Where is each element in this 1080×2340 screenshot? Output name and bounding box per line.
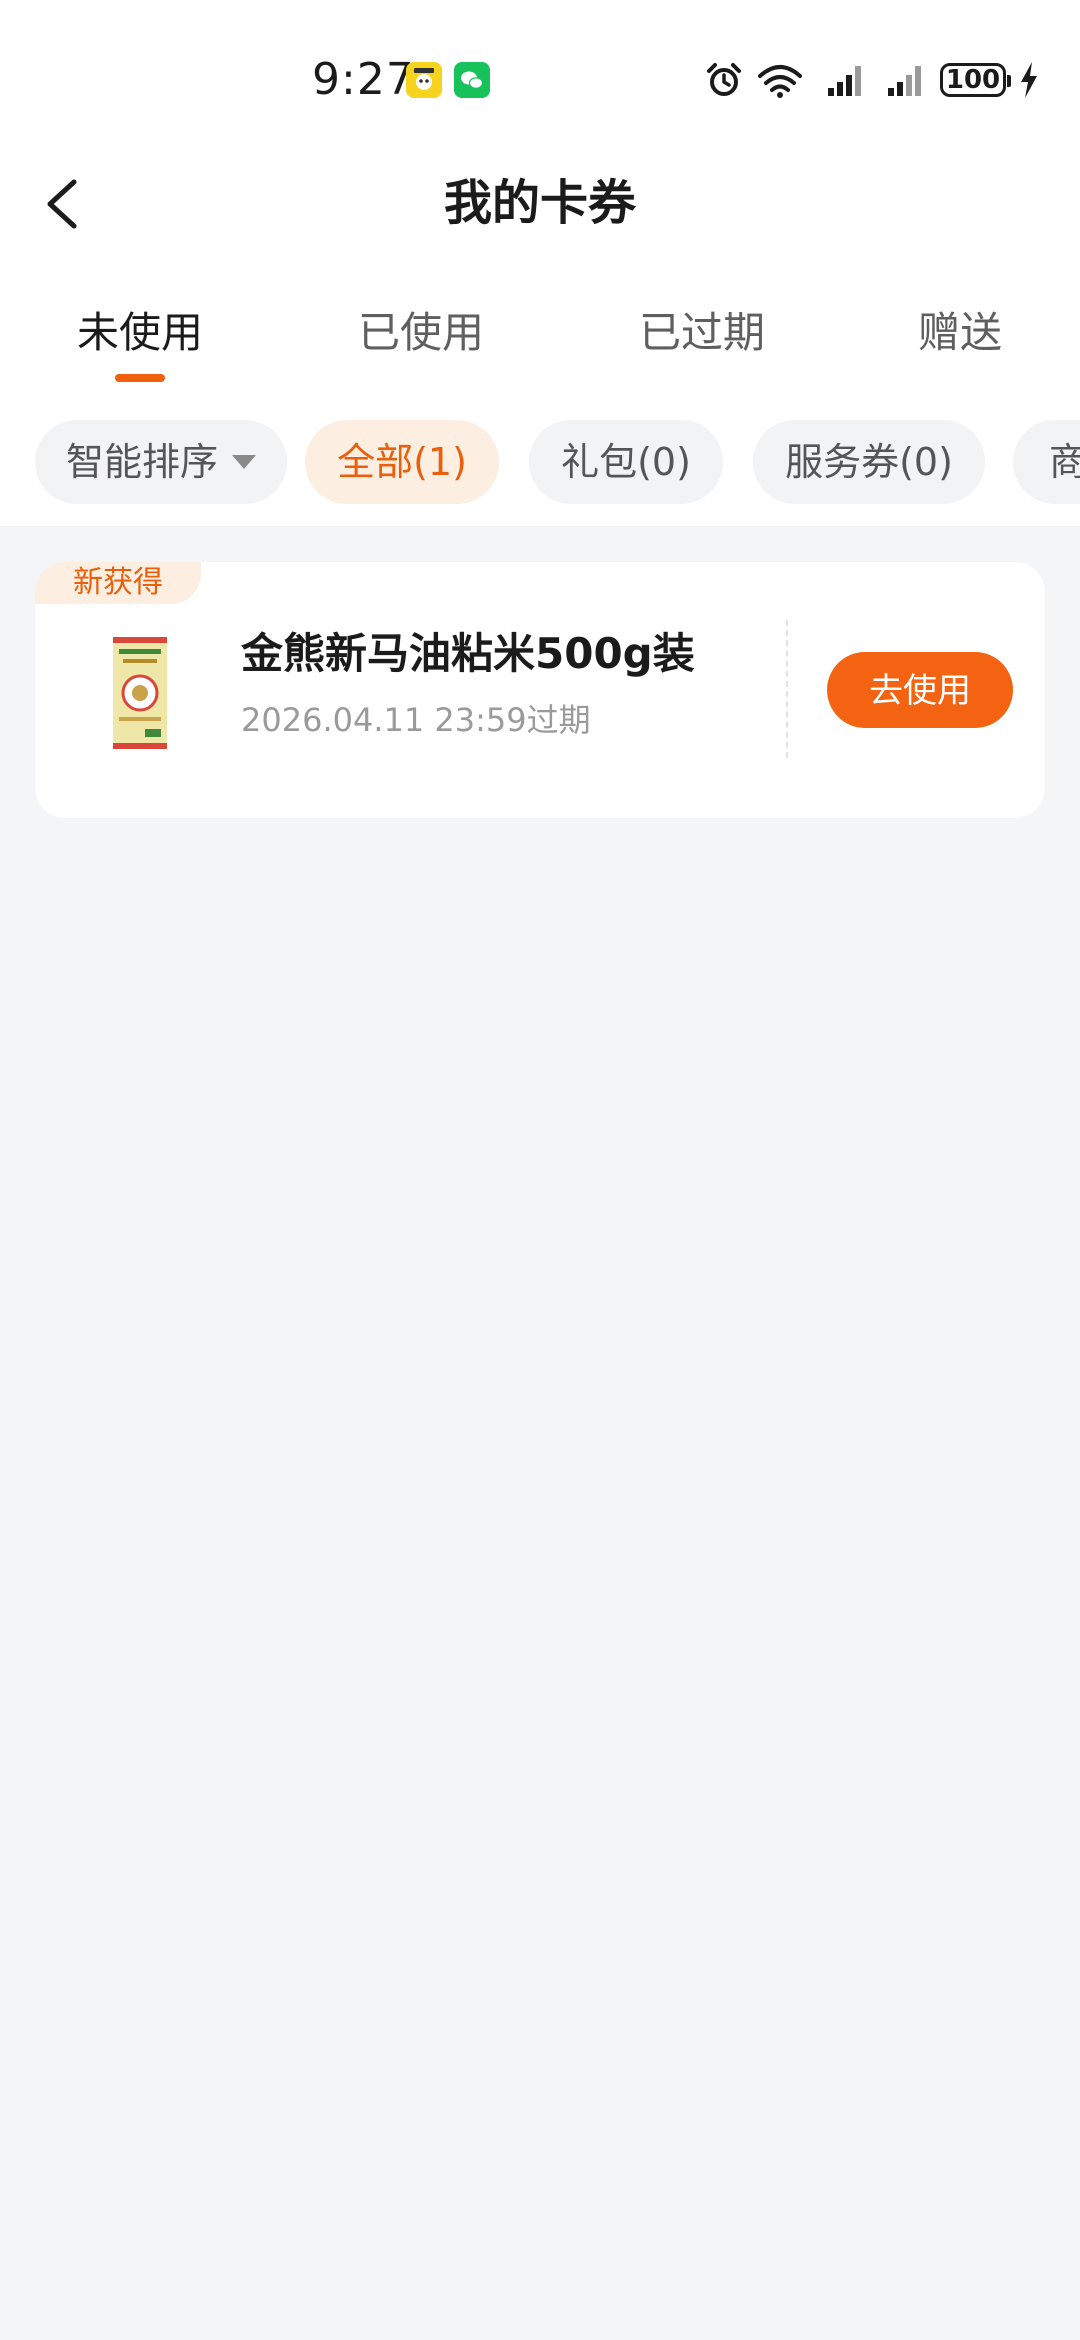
page-title: 我的卡券 (443, 175, 636, 231)
dashed-divider (786, 620, 788, 758)
header: 我的卡券 (0, 160, 1080, 250)
tab-used[interactable]: 已使用 (331, 290, 511, 376)
new-badge: 新获得 (35, 562, 201, 604)
status-indicators: 100 (704, 56, 1040, 104)
alarm-icon (707, 63, 741, 96)
filter-gift-pack[interactable]: 礼包(0) (529, 420, 723, 504)
status-bar: 9:27 100 (0, 0, 1080, 160)
signal-4g-icon-2 (888, 66, 921, 96)
signal-4g-icon (828, 66, 861, 96)
tab-unused[interactable]: 未使用 (50, 290, 230, 376)
tab-gift[interactable]: 赠送 (870, 290, 1050, 376)
filter-goods[interactable]: 商 (1013, 420, 1080, 504)
coupon-title: 金熊新马油粘米500g装 (241, 629, 695, 678)
rice-bag-image (113, 637, 167, 749)
filter-bar: 智能排序 全部(1) 礼包(0) 服务券(0) 商 (0, 420, 1080, 504)
battery-indicator: 100 (940, 63, 1011, 97)
wifi-icon (758, 65, 802, 98)
charging-icon (1021, 62, 1037, 98)
coupon-expiry: 2026.04.11 23:59过期 (241, 701, 591, 739)
tab-bar: 未使用 已使用 已过期 赠送 (0, 290, 1080, 390)
caret-down-icon (232, 454, 256, 469)
coupon-card[interactable]: 新获得 金熊新马油粘米500g装 2026.04.11 23:59过期 去使用 (35, 562, 1045, 818)
app-notification-icon (406, 62, 442, 98)
use-coupon-button[interactable]: 去使用 (827, 652, 1013, 728)
wechat-icon (454, 62, 490, 98)
status-time: 9:27 (312, 54, 415, 105)
active-tab-indicator (115, 374, 165, 382)
filter-service-coupon[interactable]: 服务券(0) (753, 420, 985, 504)
filter-all[interactable]: 全部(1) (305, 420, 499, 504)
sort-label: 智能排序 (65, 440, 218, 484)
sort-dropdown[interactable]: 智能排序 (35, 420, 287, 504)
tab-expired[interactable]: 已过期 (612, 290, 792, 376)
